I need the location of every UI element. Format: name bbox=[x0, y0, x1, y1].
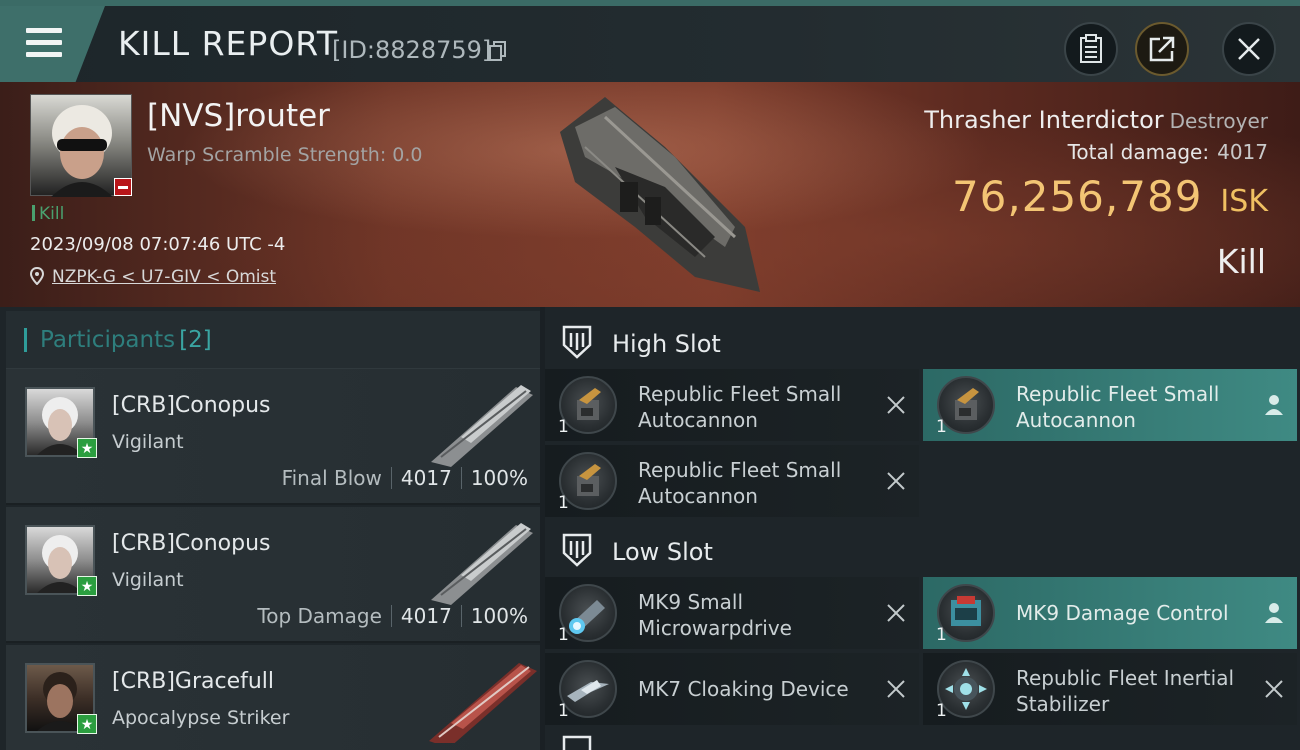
participant-role: Final Blow bbox=[281, 466, 382, 490]
participant-stats: Final Blow 4017 100% bbox=[282, 466, 528, 490]
high-slot-label: High Slot bbox=[612, 330, 721, 358]
module-item[interactable]: 1 Republic Fleet Small Autocannon bbox=[545, 445, 919, 517]
participant-row[interactable]: ★ [CRB]Conopus Vigilant Final Blow 4017 10… bbox=[6, 369, 540, 505]
participants-title: Participants bbox=[40, 327, 176, 353]
slot-icon bbox=[562, 533, 592, 567]
module-name: MK7 Cloaking Device bbox=[638, 677, 849, 701]
isk-amount: 76,256,789 bbox=[951, 172, 1203, 221]
module-item[interactable]: 1 MK9 Small Microwarpdrive bbox=[545, 577, 919, 649]
participant-percent: 100% bbox=[470, 466, 528, 490]
menu-icon bbox=[26, 28, 62, 64]
participant-damage: 4017 bbox=[400, 466, 452, 490]
participant-ship-image bbox=[431, 385, 533, 467]
menu-button[interactable] bbox=[0, 6, 105, 82]
module-item[interactable]: 1 Republic Fleet Small Autocannon bbox=[545, 369, 919, 441]
module-quantity: 1 bbox=[936, 701, 947, 721]
module-name: MK9 Damage Control bbox=[1016, 601, 1229, 625]
slot-icon bbox=[562, 735, 592, 750]
top-bar: KILL REPORT [ID:8828759] bbox=[0, 0, 1300, 82]
page-title: KILL REPORT bbox=[118, 24, 338, 63]
clipboard-icon bbox=[1080, 34, 1102, 63]
module-quantity: 1 bbox=[558, 625, 569, 645]
module-name: Republic Fleet Small Autocannon bbox=[1016, 382, 1220, 432]
victim-ship-image bbox=[560, 97, 760, 292]
participants-count: [2] bbox=[179, 327, 212, 353]
participant-ship: Vigilant bbox=[112, 431, 184, 453]
person-icon bbox=[1265, 603, 1283, 623]
participant-ship-image bbox=[431, 523, 533, 605]
location-pin-icon bbox=[30, 267, 44, 285]
module-item[interactable]: 1 Republic Fleet Small Autocannon bbox=[923, 369, 1297, 441]
module-item[interactable]: 1 MK7 Cloaking Device bbox=[545, 653, 919, 725]
share-button[interactable] bbox=[1135, 22, 1189, 76]
participant-damage: 4017 bbox=[400, 604, 452, 628]
share-icon bbox=[1149, 36, 1175, 62]
module-quantity: 1 bbox=[558, 417, 569, 437]
module-quantity: 1 bbox=[936, 417, 947, 437]
location-link[interactable]: NZPK-G < U7-GIV < Omist bbox=[52, 267, 276, 287]
total-damage-value: 4017 bbox=[1217, 140, 1268, 164]
participants-panel: Participants [2] ★ [CRB]Conopus Vigilant … bbox=[0, 307, 540, 750]
low-slot-label: Low Slot bbox=[612, 538, 713, 566]
result-label: Kill bbox=[1216, 242, 1266, 281]
module-name: MK9 Small Microwarpdrive bbox=[638, 590, 792, 640]
remove-x-icon bbox=[887, 472, 905, 490]
module-quantity: 1 bbox=[936, 625, 947, 645]
module-quantity: 1 bbox=[558, 493, 569, 513]
star-icon: ★ bbox=[77, 714, 97, 734]
slot-icon bbox=[562, 325, 592, 359]
participant-row[interactable]: ★ [CRB]Gracefull Apocalypse Striker bbox=[6, 645, 540, 750]
participant-row[interactable]: ★ [CRB]Conopus Vigilant Top Damage 4017 10… bbox=[6, 507, 540, 643]
module-item[interactable]: 1 Republic Fleet Inertial Stabilizer bbox=[923, 653, 1297, 725]
close-button[interactable] bbox=[1222, 22, 1276, 76]
close-icon bbox=[1238, 38, 1260, 60]
kill-summary: [NVS]router Warp Scramble Strength: 0.0 … bbox=[0, 82, 1300, 307]
participant-ship: Apocalypse Striker bbox=[112, 707, 290, 729]
copy-icon[interactable] bbox=[489, 41, 507, 61]
fitting-panel: High Slot 1 Republic Fleet Small Autocan… bbox=[545, 307, 1300, 750]
module-name: Republic Fleet Small Autocannon bbox=[638, 458, 842, 508]
high-slot-header: High Slot bbox=[545, 311, 1300, 371]
remove-x-icon bbox=[887, 396, 905, 414]
participant-ship-image bbox=[429, 663, 537, 743]
report-id: [ID:8828759] bbox=[332, 36, 492, 64]
kill-tag: Kill bbox=[32, 204, 64, 224]
participants-header: Participants [2] bbox=[6, 311, 540, 369]
hostile-status-badge bbox=[114, 178, 132, 196]
ship-class: Destroyer bbox=[1169, 109, 1268, 133]
kill-location[interactable]: NZPK-G < U7-GIV < Omist bbox=[30, 267, 276, 287]
module-quantity: 1 bbox=[558, 701, 569, 721]
kill-timestamp: 2023/09/08 07:07:46 UTC -4 bbox=[30, 234, 286, 255]
participant-name: [CRB]Gracefull bbox=[112, 669, 275, 694]
person-icon bbox=[1265, 395, 1283, 415]
participant-name: [CRB]Conopus bbox=[112, 531, 271, 556]
star-icon: ★ bbox=[77, 576, 97, 596]
total-damage: Total damage: 4017 bbox=[1068, 140, 1268, 164]
participant-percent: 100% bbox=[470, 604, 528, 628]
isk-value: 76,256,789 ISK bbox=[952, 172, 1268, 221]
remove-x-icon bbox=[887, 604, 905, 622]
next-slot-header bbox=[545, 735, 1300, 750]
warp-scramble-strength: Warp Scramble Strength: 0.0 bbox=[147, 144, 423, 166]
participant-role: Top Damage bbox=[257, 604, 382, 628]
participant-stats: Top Damage 4017 100% bbox=[257, 604, 528, 628]
module-item[interactable]: 1 MK9 Damage Control bbox=[923, 577, 1297, 649]
ship-name: Thrasher Interdictor bbox=[924, 106, 1164, 134]
module-name: Republic Fleet Small Autocannon bbox=[638, 382, 842, 432]
remove-x-icon bbox=[887, 680, 905, 698]
module-name: Republic Fleet Inertial Stabilizer bbox=[1016, 666, 1235, 716]
isk-currency: ISK bbox=[1220, 184, 1268, 219]
victim-name[interactable]: [NVS]router bbox=[147, 98, 330, 134]
participant-ship: Vigilant bbox=[112, 569, 184, 591]
victim-ship[interactable]: Thrasher Interdictor Destroyer bbox=[924, 106, 1268, 134]
report-button[interactable] bbox=[1064, 22, 1118, 76]
participant-name: [CRB]Conopus bbox=[112, 393, 271, 418]
total-damage-label: Total damage: bbox=[1067, 140, 1210, 164]
star-icon: ★ bbox=[77, 438, 97, 458]
low-slot-header: Low Slot bbox=[545, 519, 1300, 579]
remove-x-icon bbox=[1265, 680, 1283, 698]
